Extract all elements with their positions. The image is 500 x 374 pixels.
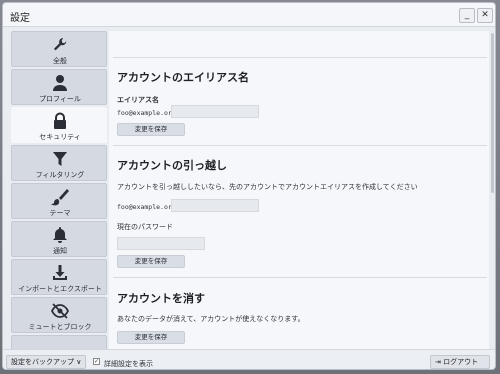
sidebar-item-label: プロフィール — [39, 95, 81, 103]
title-bar: 設定 _ ✕ — [3, 3, 495, 27]
delete-description: あなたのデータが消えて、アカウントが使えなくなります。 — [117, 315, 305, 323]
settings-dialog: 設定 _ ✕ 全般 プロフィール セキュリティ フィルタリング テーマ 通知 イ… — [2, 2, 496, 370]
sidebar-item-label: テーマ — [49, 209, 71, 217]
backup-settings-button[interactable]: 設定をバックアップ ∨ — [6, 355, 87, 369]
move-save-button[interactable]: 変更を保存 — [117, 255, 185, 268]
sidebar-item-profile[interactable]: プロフィール — [11, 69, 107, 105]
sidebar-item-label: フィルタリング — [35, 171, 85, 179]
sidebar-item-filtering[interactable]: フィルタリング — [11, 145, 107, 181]
bell-icon — [53, 227, 67, 243]
divider — [113, 57, 487, 58]
password-label: 現在のパスワード — [117, 223, 173, 231]
sidebar-item-label: インポートとエクスポート — [18, 285, 102, 293]
delete-heading: アカウントを消す — [117, 292, 205, 305]
alias-input[interactable] — [171, 105, 259, 118]
move-target-input[interactable] — [171, 199, 259, 212]
move-description: アカウントを引っ越ししたいなら、先のアカウントでアカウントエイリアスを作成してく… — [117, 183, 418, 191]
window-title: 設定 — [10, 13, 30, 24]
sidebar-item-label: 通知 — [53, 247, 67, 255]
delete-save-button[interactable]: 変更を保存 — [117, 331, 185, 344]
password-input[interactable] — [117, 237, 205, 250]
sidebar-item-more[interactable] — [11, 335, 107, 349]
divider — [113, 145, 487, 146]
minimize-button[interactable]: _ — [459, 8, 475, 23]
alias-heading: アカウントのエイリアス名 — [117, 71, 249, 84]
logout-label: ログアウト — [443, 358, 479, 366]
scrollbar[interactable] — [491, 33, 494, 193]
divider — [113, 277, 487, 278]
advanced-settings-checkbox[interactable]: ✓ — [93, 358, 100, 365]
eye-slash-icon — [50, 303, 70, 319]
logout-icon: ⇥ — [435, 358, 441, 366]
paintbrush-icon — [51, 189, 69, 206]
sidebar: 全般 プロフィール セキュリティ フィルタリング テーマ 通知 インポートとエク… — [11, 31, 109, 349]
close-button[interactable]: ✕ — [477, 8, 493, 23]
lock-icon — [54, 112, 66, 129]
sidebar-item-notifications[interactable]: 通知 — [11, 221, 107, 257]
logout-button[interactable]: ⇥ ログアウト — [430, 355, 490, 369]
sidebar-item-import-export[interactable]: インポートとエクスポート — [11, 259, 107, 295]
sidebar-item-mute-block[interactable]: ミュートとブロック — [11, 297, 107, 333]
sidebar-item-theme[interactable]: テーマ — [11, 183, 107, 219]
footer: 設定をバックアップ ∨ ✓ 詳細設定を表示 ⇥ ログアウト — [3, 349, 495, 369]
sidebar-item-label: 全般 — [53, 57, 67, 65]
wrench-icon — [54, 38, 67, 51]
settings-content: アカウントのエイリアス名 エイリアス名 foo@example.org 変更を保… — [109, 31, 489, 349]
funnel-icon — [53, 152, 67, 166]
person-icon — [53, 75, 67, 91]
alias-prefix: foo@example.org — [117, 109, 176, 117]
sidebar-item-general[interactable]: 全般 — [11, 31, 107, 67]
sidebar-item-security[interactable]: セキュリティ — [11, 107, 107, 143]
download-icon — [53, 265, 67, 280]
move-prefix: foo@example.org — [117, 203, 176, 211]
move-heading: アカウントの引っ越し — [117, 159, 227, 172]
alias-save-button[interactable]: 変更を保存 — [117, 123, 185, 136]
sidebar-item-label: ミュートとブロック — [28, 323, 92, 331]
alias-field-label: エイリアス名 — [117, 96, 159, 104]
advanced-settings-label: 詳細設定を表示 — [104, 360, 153, 368]
sidebar-item-label: セキュリティ — [39, 133, 81, 141]
